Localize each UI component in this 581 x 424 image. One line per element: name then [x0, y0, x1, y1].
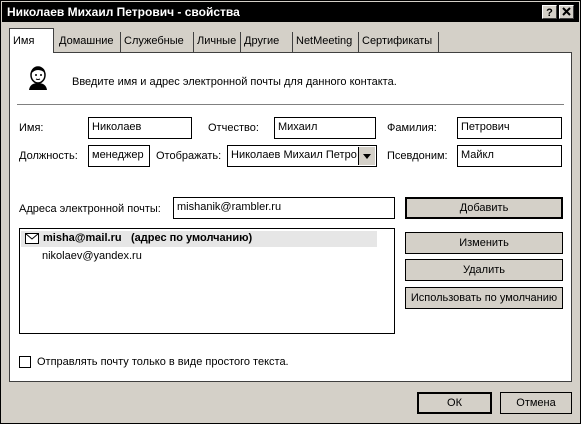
first-name-field[interactable]: Николаев: [88, 117, 192, 139]
envelope-icon: [25, 233, 39, 244]
last-name-label: Фамилия:: [387, 122, 437, 134]
set-default-button[interactable]: Использовать по умолчанию: [405, 287, 563, 309]
contact-properties-window: Николаев Михаил Петрович - свойства ? Им…: [0, 0, 581, 424]
middle-name-field[interactable]: Михаил: [274, 117, 376, 139]
email-label: Адреса электронной почты:: [19, 203, 161, 215]
dropdown-arrow-icon[interactable]: [358, 147, 375, 165]
tab-business[interactable]: Служебные: [121, 32, 194, 52]
tab-name[interactable]: Имя: [9, 28, 54, 53]
add-button[interactable]: Добавить: [405, 197, 563, 219]
ok-button[interactable]: ОК: [417, 392, 492, 414]
default-email-note: (адрес по умолчанию): [131, 232, 253, 244]
plain-text-label: Отправлять почту только в виде простого …: [37, 356, 289, 368]
display-select[interactable]: Николаев Михаил Петро: [227, 145, 377, 167]
intro-text: Введите имя и адрес электронной почты дл…: [72, 76, 397, 88]
window-title: Николаев Михаил Петрович - свойства: [7, 5, 240, 19]
list-item[interactable]: nikolaev@yandex.ru: [42, 250, 142, 262]
help-button[interactable]: ?: [542, 5, 557, 19]
email-input[interactable]: mishanik@rambler.ru: [173, 197, 395, 219]
display-select-value: Николаев Михаил Петро: [231, 149, 357, 161]
first-name-label: Имя:: [19, 122, 44, 134]
close-button[interactable]: [559, 5, 574, 19]
position-field[interactable]: менеджер: [88, 145, 150, 167]
default-email-address: misha@mail.ru: [43, 232, 122, 244]
nickname-field[interactable]: Майкл: [457, 145, 562, 167]
tab-other[interactable]: Другие: [241, 32, 293, 52]
tab-certificates[interactable]: Сертификаты: [359, 32, 439, 52]
tab-personal[interactable]: Личные: [194, 32, 241, 52]
tab-netmeeting[interactable]: NetMeeting: [293, 32, 359, 52]
list-item[interactable]: misha@mail.ru (адрес по умолчанию): [21, 231, 377, 247]
display-label: Отображать:: [156, 150, 222, 162]
email-list[interactable]: misha@mail.ru (адрес по умолчанию) nikol…: [19, 228, 395, 334]
separator: [17, 104, 564, 106]
last-name-field[interactable]: Петрович: [457, 117, 562, 139]
edit-button[interactable]: Изменить: [405, 232, 563, 254]
close-icon: [562, 7, 571, 16]
cancel-button[interactable]: Отмена: [500, 392, 572, 414]
contact-person-icon: [26, 64, 50, 90]
position-label: Должность:: [19, 150, 78, 162]
middle-name-label: Отчество:: [208, 122, 259, 134]
plain-text-checkbox[interactable]: [19, 356, 31, 368]
nickname-label: Псевдоним:: [387, 150, 448, 162]
title-bar[interactable]: Николаев Михаил Петрович - свойства ?: [2, 2, 579, 22]
tab-home[interactable]: Домашние: [56, 32, 121, 52]
delete-button[interactable]: Удалить: [405, 259, 563, 281]
